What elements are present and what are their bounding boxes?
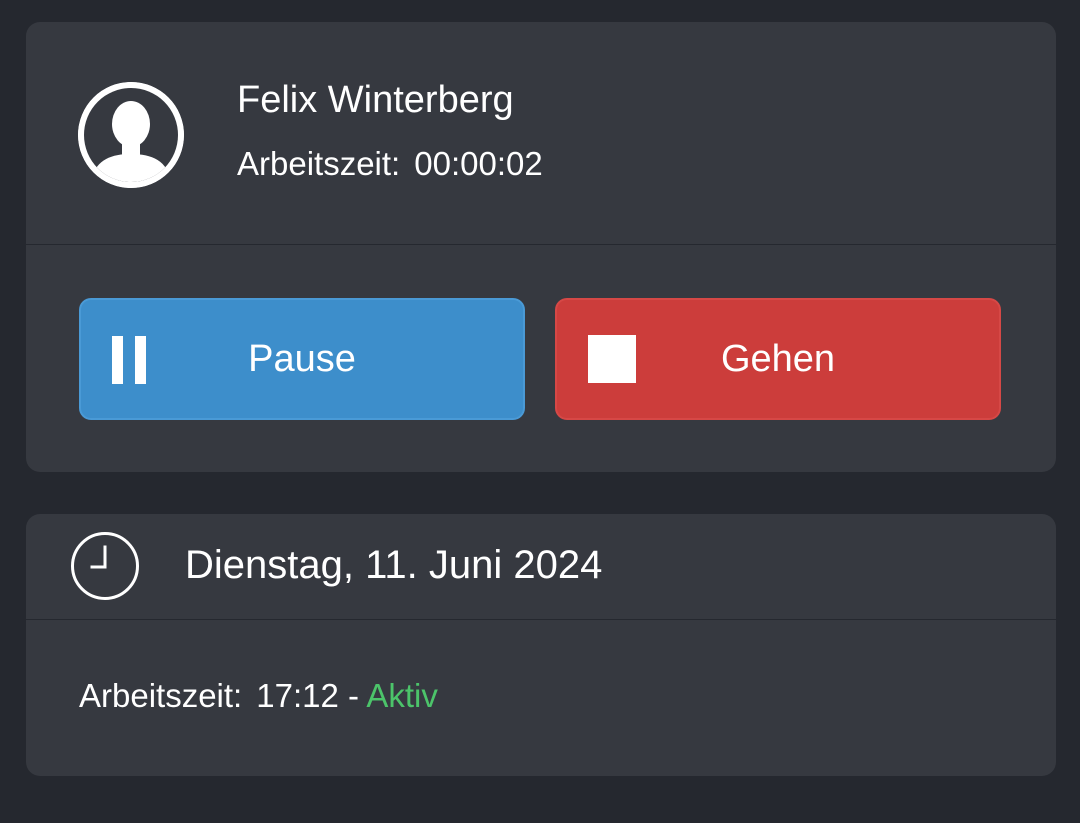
day-card: Dienstag, 11. Juni 2024 Arbeitszeit: 17:1… [26,514,1056,776]
pause-button[interactable]: Pause [79,298,525,420]
day-worktime-label: Arbeitszeit: [79,677,243,714]
clock-icon [71,532,139,600]
status-badge: Aktiv [366,677,438,714]
user-name: Felix Winterberg [237,79,514,121]
day-worktime-value: 17:12 - [256,677,359,714]
leave-button-label: Gehen [720,337,836,380]
leave-button[interactable]: Gehen [555,298,1001,420]
day-header: Dienstag, 11. Juni 2024 [26,514,1056,620]
user-header: Felix Winterberg Arbeitszeit: 00:00:02 [26,22,1056,245]
day-date: Dienstag, 11. Juni 2024 [185,543,603,587]
worktime-value: 00:00:02 [414,145,543,182]
current-worktime: Arbeitszeit: 00:00:02 [237,144,543,184]
user-avatar-icon [78,82,184,188]
worktime-label: Arbeitszeit: [237,145,401,182]
day-worktime: Arbeitszeit: 17:12 - Aktiv [79,676,438,716]
user-card: Felix Winterberg Arbeitszeit: 00:00:02 Pa… [26,22,1056,472]
pause-button-label: Pause [248,337,356,380]
